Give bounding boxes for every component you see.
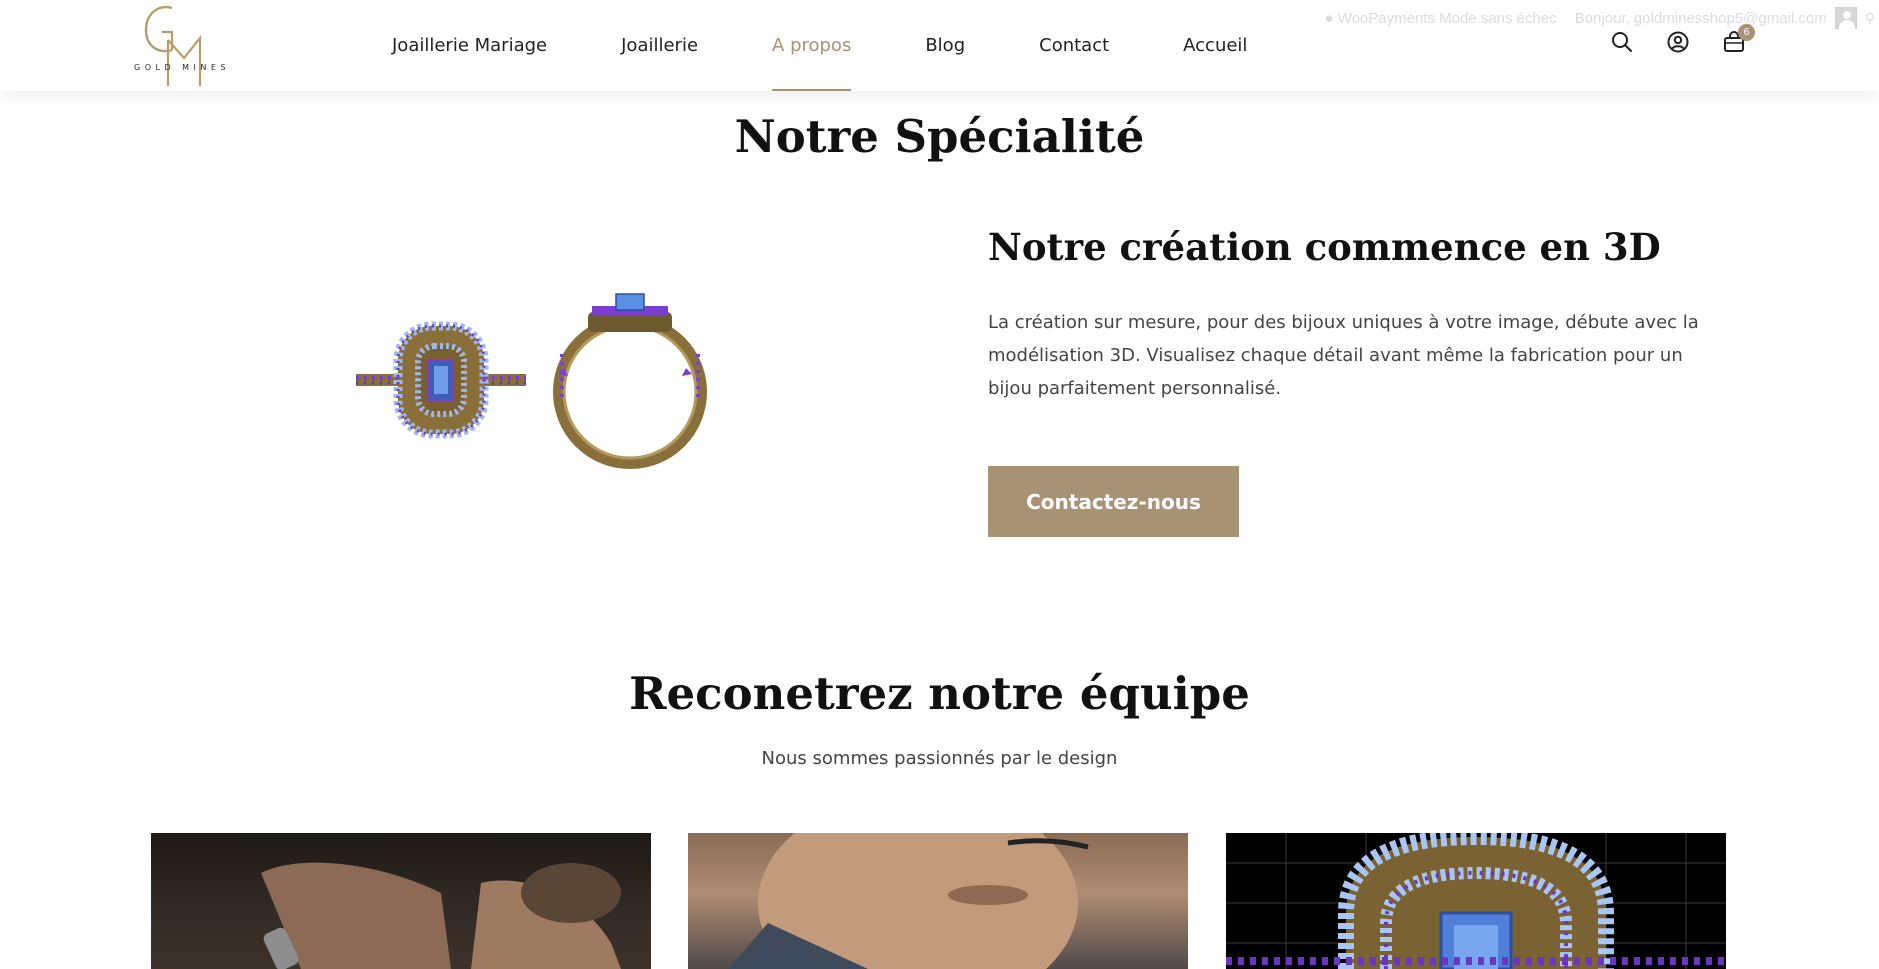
contact-us-button[interactable]: Contactez-nous — [988, 466, 1239, 537]
account-icon[interactable] — [1666, 30, 1692, 56]
cart-icon[interactable]: 6 — [1722, 24, 1755, 56]
woopayments-notice[interactable]: ● WooPayments Mode sans échec — [1324, 10, 1556, 27]
feature-title: Notre création commence en 3D — [988, 225, 1661, 269]
nav-item-joaillerie[interactable]: Joaillerie — [621, 0, 698, 91]
team-title: Reconetrez notre équipe — [629, 667, 1250, 720]
admin-search-icon[interactable]: ⚲ — [1865, 10, 1875, 27]
nav-item-a-propos[interactable]: A propos — [772, 0, 852, 91]
site-logo[interactable]: GOLD MINES — [132, 0, 244, 88]
logo-wordmark: GOLD MINES — [134, 63, 231, 72]
nav-item-blog[interactable]: Blog — [925, 0, 965, 91]
admin-avatar[interactable] — [1834, 7, 1857, 30]
nav-item-joaillerie-mariage[interactable]: Joaillerie Mariage — [392, 0, 547, 91]
site-header: GOLD MINES Joaillerie Mariage Joaillerie… — [0, 0, 1879, 91]
nav-item-accueil[interactable]: Accueil — [1183, 0, 1247, 91]
team-photo-jeweler-hands — [151, 833, 651, 969]
team-photo-craftsman — [688, 833, 1188, 969]
cart-count-badge: 6 — [1738, 24, 1755, 41]
nav-item-contact[interactable]: Contact — [1039, 0, 1109, 91]
admin-greeting[interactable]: Bonjour, goldminesshop5@gmail.com — [1575, 10, 1827, 27]
header-actions: 6 — [1610, 24, 1778, 56]
team-subtitle: Nous sommes passionnés par le design — [761, 748, 1118, 769]
team-photo-3d-model — [1226, 833, 1726, 969]
feature-text: La création sur mesure, pour des bijoux … — [988, 312, 1699, 399]
admin-bar: ● WooPayments Mode sans échec Bonjour, g… — [1324, 5, 1879, 31]
search-icon[interactable] — [1610, 30, 1636, 56]
ring-3d-render — [348, 284, 728, 474]
logo-monogram-icon — [144, 5, 202, 86]
main-nav: Joaillerie Mariage Joaillerie A propos B… — [392, 0, 1321, 91]
specialite-title: Notre Spécialité — [734, 110, 1145, 163]
